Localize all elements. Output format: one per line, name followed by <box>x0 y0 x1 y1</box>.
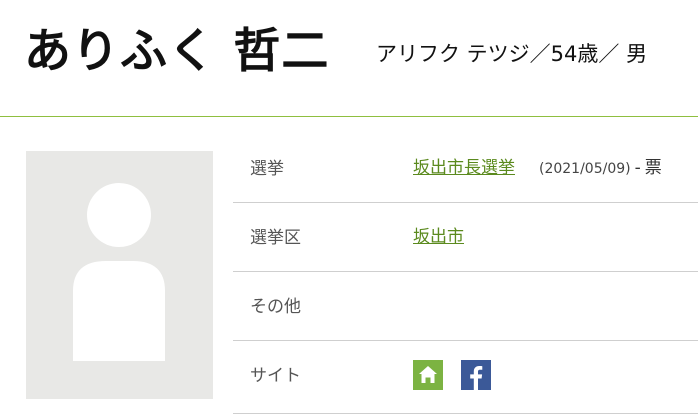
other-label: その他 <box>250 297 301 317</box>
facebook-icon[interactable] <box>461 360 491 390</box>
election-date: (2021/05/09) <box>539 161 631 177</box>
detail-row-district: 選挙区 坂出市 <box>233 203 698 272</box>
election-label: 選挙 <box>250 159 284 179</box>
home-icon[interactable] <box>413 360 443 390</box>
election-link[interactable]: 坂出市長選挙 <box>413 158 515 178</box>
election-dash: - <box>634 158 641 178</box>
candidate-name: ありふく 哲二 <box>24 24 330 79</box>
profile-header: ありふく 哲二 アリフク テツジ／54歳／ 男 <box>0 0 698 117</box>
site-label: サイト <box>250 366 301 386</box>
detail-row-election: 選挙 坂出市長選挙 (2021/05/09) - 票 <box>233 134 698 203</box>
candidate-kana-age-sex: アリフク テツジ／54歳／ 男 <box>376 42 648 66</box>
election-votes: 票 <box>644 158 662 178</box>
district-label: 選挙区 <box>250 228 301 248</box>
district-link[interactable]: 坂出市 <box>413 227 464 247</box>
avatar-placeholder-icon <box>73 183 165 361</box>
detail-row-other: その他 <box>233 272 698 341</box>
election-value: 坂出市長選挙 (2021/05/09) - 票 <box>413 156 662 181</box>
district-value: 坂出市 <box>413 225 464 249</box>
avatar <box>26 151 213 399</box>
candidate-details: 選挙 坂出市長選挙 (2021/05/09) - 票 選挙区 坂出市 その他 サイト <box>233 134 698 414</box>
